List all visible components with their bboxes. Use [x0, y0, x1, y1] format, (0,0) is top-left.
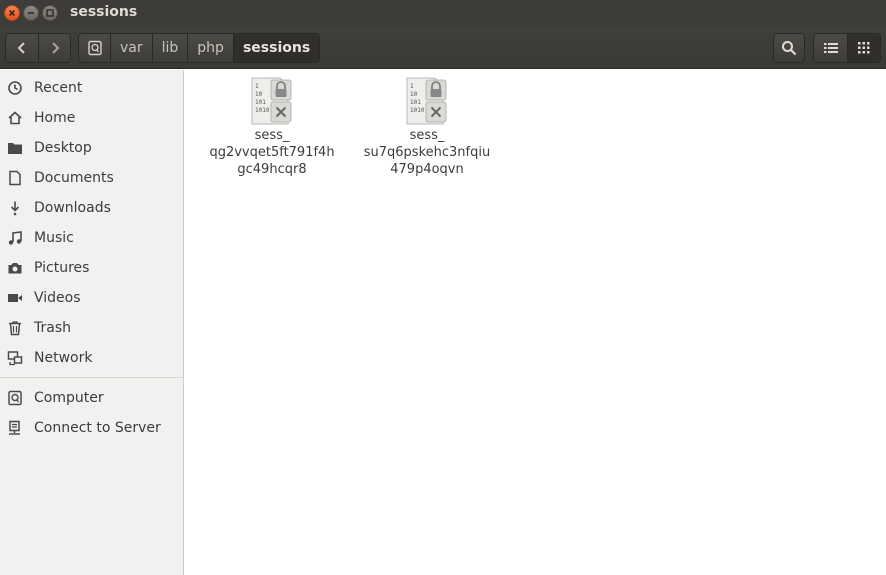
window-title: sessions — [70, 4, 138, 20]
drive-icon — [87, 40, 102, 56]
list-view-icon — [823, 43, 838, 53]
file-view: 1 10 101 1010 sess_ qg2vvqet5ft791f4h gc… — [190, 70, 886, 575]
network-icon — [7, 351, 23, 366]
svg-text:1010: 1010 — [410, 107, 425, 114]
binary-file-locked-icon: 1 10 101 1010 — [405, 76, 449, 126]
navigation-buttons — [5, 33, 71, 63]
sidebar-item-documents[interactable]: Documents — [0, 163, 183, 193]
list-view-button[interactable] — [814, 34, 847, 62]
sidebar-item-network[interactable]: Network — [0, 343, 183, 373]
header-toolbar: var lib php sessions — [0, 27, 886, 69]
downloads-icon — [10, 201, 20, 216]
binary-file-locked-icon: 1 10 101 1010 — [250, 76, 294, 126]
desktop-folder-icon — [8, 143, 22, 154]
file-name: sess_ qg2vvqet5ft791f4h gc49hcqr8 — [209, 128, 335, 177]
path-segment-php[interactable]: php — [188, 34, 234, 62]
home-icon — [8, 111, 22, 125]
maximize-window-button[interactable] — [42, 5, 58, 21]
view-mode-buttons — [813, 33, 881, 63]
close-window-button[interactable] — [4, 5, 20, 21]
svg-text:10: 10 — [410, 91, 418, 98]
sidebar-item-label: Pictures — [34, 260, 90, 276]
sidebar-item-label: Recent — [34, 80, 83, 96]
minimize-window-button[interactable] — [23, 5, 39, 21]
sidebar-item-label: Home — [34, 110, 76, 126]
places-sidebar: Recent Home Desktop Documents Downloads — [0, 70, 184, 575]
sidebar-item-videos[interactable]: Videos — [0, 283, 183, 313]
sidebar-item-recent[interactable]: Recent — [0, 73, 183, 103]
maximize-icon — [46, 9, 54, 17]
music-icon — [8, 231, 22, 245]
svg-text:10: 10 — [255, 91, 263, 98]
sidebar-item-computer[interactable]: Computer — [0, 383, 183, 413]
forward-button[interactable] — [38, 34, 70, 62]
sidebar-item-home[interactable]: Home — [0, 103, 183, 133]
sidebar-item-label: Connect to Server — [34, 420, 161, 436]
sidebar-item-downloads[interactable]: Downloads — [0, 193, 183, 223]
sidebar-item-connect-to-server[interactable]: Connect to Server — [0, 413, 183, 443]
sidebar-item-label: Network — [34, 350, 93, 366]
sidebar-item-pictures[interactable]: Pictures — [0, 253, 183, 283]
sidebar-item-label: Documents — [34, 170, 114, 186]
sidebar-item-desktop[interactable]: Desktop — [0, 133, 183, 163]
svg-text:1: 1 — [255, 83, 259, 90]
file-item[interactable]: 1 10 101 1010 sess_ qg2vvqet5ft791f4h gc… — [197, 76, 347, 178]
svg-text:1: 1 — [410, 83, 414, 90]
path-segment-lib[interactable]: lib — [153, 34, 189, 62]
file-item[interactable]: 1 10 101 1010 sess_ su7q6pskehc3nfqiu 47… — [352, 76, 502, 178]
recent-icon — [8, 81, 22, 95]
svg-text:1010: 1010 — [255, 107, 270, 114]
svg-text:101: 101 — [410, 99, 421, 106]
sidebar-separator — [0, 377, 183, 378]
trash-icon — [9, 321, 21, 336]
computer-icon — [8, 390, 22, 406]
grid-view-icon — [858, 42, 870, 54]
minimize-icon — [28, 12, 34, 14]
title-bar: sessions — [0, 0, 886, 27]
close-icon — [8, 9, 16, 17]
sidebar-item-label: Music — [34, 230, 74, 246]
back-button[interactable] — [6, 34, 38, 62]
sidebar-item-label: Videos — [34, 290, 81, 306]
path-root-button[interactable] — [79, 34, 111, 62]
documents-icon — [9, 170, 21, 186]
sidebar-item-label: Desktop — [34, 140, 92, 156]
chevron-left-icon — [17, 42, 25, 54]
sidebar-item-label: Trash — [34, 320, 71, 336]
search-icon — [782, 41, 797, 56]
grid-view-button[interactable] — [847, 34, 880, 62]
sidebar-item-label: Computer — [34, 390, 104, 406]
connect-server-icon — [9, 420, 20, 435]
search-button[interactable] — [773, 33, 805, 63]
pictures-icon — [8, 263, 22, 274]
path-segment-sessions[interactable]: sessions — [233, 34, 320, 62]
sidebar-item-trash[interactable]: Trash — [0, 313, 183, 343]
sidebar-item-label: Downloads — [34, 200, 111, 216]
sidebar-item-music[interactable]: Music — [0, 223, 183, 253]
videos-icon — [8, 294, 22, 302]
chevron-right-icon — [51, 42, 59, 54]
svg-text:101: 101 — [255, 99, 266, 106]
path-bar: var lib php sessions — [78, 33, 321, 63]
path-segment-var[interactable]: var — [111, 34, 153, 62]
file-name: sess_ su7q6pskehc3nfqiu 479p4oqvn — [363, 128, 491, 177]
